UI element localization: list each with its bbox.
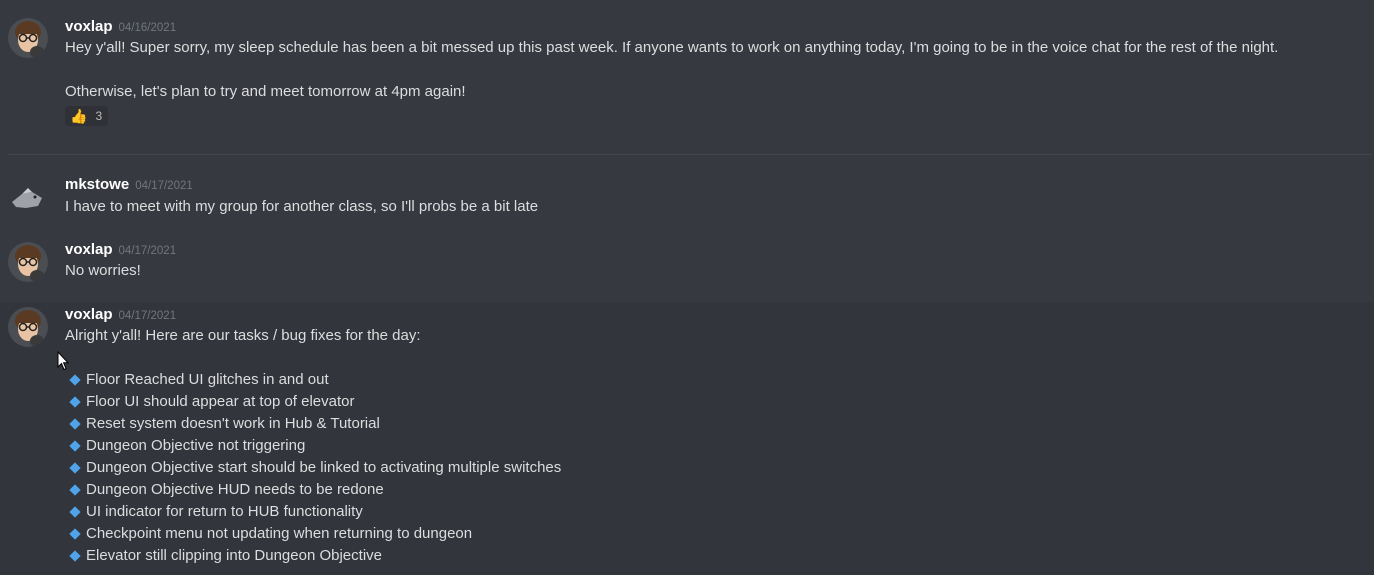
task-text: Elevator still clipping into Dungeon Obj… <box>86 547 382 564</box>
message-text: Otherwise, let's plan to try and meet to… <box>65 83 466 100</box>
blue-diamond-icon <box>69 462 81 474</box>
message-text: No worries! <box>65 262 141 279</box>
blue-diamond-icon <box>69 550 81 562</box>
reaction-count: 3 <box>95 109 103 123</box>
avatar-mkstowe[interactable] <box>8 178 48 218</box>
message: voxlap 04/16/2021 Hey y'all! Super sorry,… <box>0 0 1374 150</box>
task-item: Floor Reached UI glitches in and out <box>69 370 329 390</box>
task-item: Dungeon Objective HUD needs to be redone <box>69 480 384 500</box>
task-text: Dungeon Objective not triggering <box>86 437 306 454</box>
avatar-voxlap[interactable] <box>8 18 48 58</box>
timestamp: 04/17/2021 <box>118 310 177 322</box>
message: voxlap 04/17/2021 No worries! <box>0 236 1374 302</box>
blue-diamond-icon <box>69 506 81 518</box>
blue-diamond-icon <box>69 528 81 540</box>
timestamp: 04/17/2021 <box>118 245 177 257</box>
message-header: voxlap 04/16/2021 <box>65 18 176 36</box>
message-header: voxlap 04/17/2021 <box>65 241 176 259</box>
task-item: Floor UI should appear at top of elevato… <box>69 392 355 412</box>
avatar-voxlap[interactable] <box>8 307 48 347</box>
blue-diamond-icon <box>69 374 81 386</box>
message-text: Alright y'all! Here are our tasks / bug … <box>65 327 421 344</box>
username[interactable]: voxlap <box>65 241 113 258</box>
task-item: Elevator still clipping into Dungeon Obj… <box>69 546 382 566</box>
thumbs-up-icon: 👍 <box>70 108 88 124</box>
task-item: Dungeon Objective start should be linked… <box>69 458 561 478</box>
message-header: mkstowe 04/17/2021 <box>65 176 193 194</box>
blue-diamond-icon <box>69 418 81 430</box>
task-text: Floor Reached UI glitches in and out <box>86 371 329 388</box>
message-text: I have to meet with my group for another… <box>65 198 539 215</box>
message: voxlap 04/17/2021 Alright y'all! Here are… <box>0 302 1374 575</box>
username[interactable]: mkstowe <box>65 176 129 193</box>
date-divider <box>8 154 1372 155</box>
username[interactable]: voxlap <box>65 306 113 323</box>
task-item: UI indicator for return to HUB functiona… <box>69 502 363 522</box>
mouse-pointer-icon <box>57 350 70 376</box>
blue-diamond-icon <box>69 440 81 452</box>
username[interactable]: voxlap <box>65 18 113 35</box>
task-item: Checkpoint menu not updating when return… <box>69 524 472 544</box>
reaction-thumbs-up[interactable]: 👍 3 <box>65 106 108 126</box>
task-item: Dungeon Objective not triggering <box>69 436 305 456</box>
task-text: Dungeon Objective start should be linked… <box>86 459 562 476</box>
message: mkstowe 04/17/2021 I have to meet with my… <box>0 170 1374 230</box>
avatar-voxlap[interactable] <box>8 242 48 282</box>
task-text: UI indicator for return to HUB functiona… <box>86 503 363 520</box>
task-text: Floor UI should appear at top of elevato… <box>86 393 355 410</box>
task-text: Reset system doesn't work in Hub & Tutor… <box>86 415 380 432</box>
task-text: Dungeon Objective HUD needs to be redone <box>86 481 384 498</box>
message-header: voxlap 04/17/2021 <box>65 306 176 324</box>
blue-diamond-icon <box>69 396 81 408</box>
timestamp: 04/16/2021 <box>118 22 177 34</box>
blue-diamond-icon <box>69 484 81 496</box>
timestamp: 04/17/2021 <box>135 180 193 192</box>
task-text: Checkpoint menu not updating when return… <box>86 525 473 542</box>
message-text: Hey y'all! Super sorry, my sleep schedul… <box>65 39 1279 56</box>
chat-message-list: voxlap 04/16/2021 Hey y'all! Super sorry,… <box>0 0 1374 575</box>
task-item: Reset system doesn't work in Hub & Tutor… <box>69 414 380 434</box>
